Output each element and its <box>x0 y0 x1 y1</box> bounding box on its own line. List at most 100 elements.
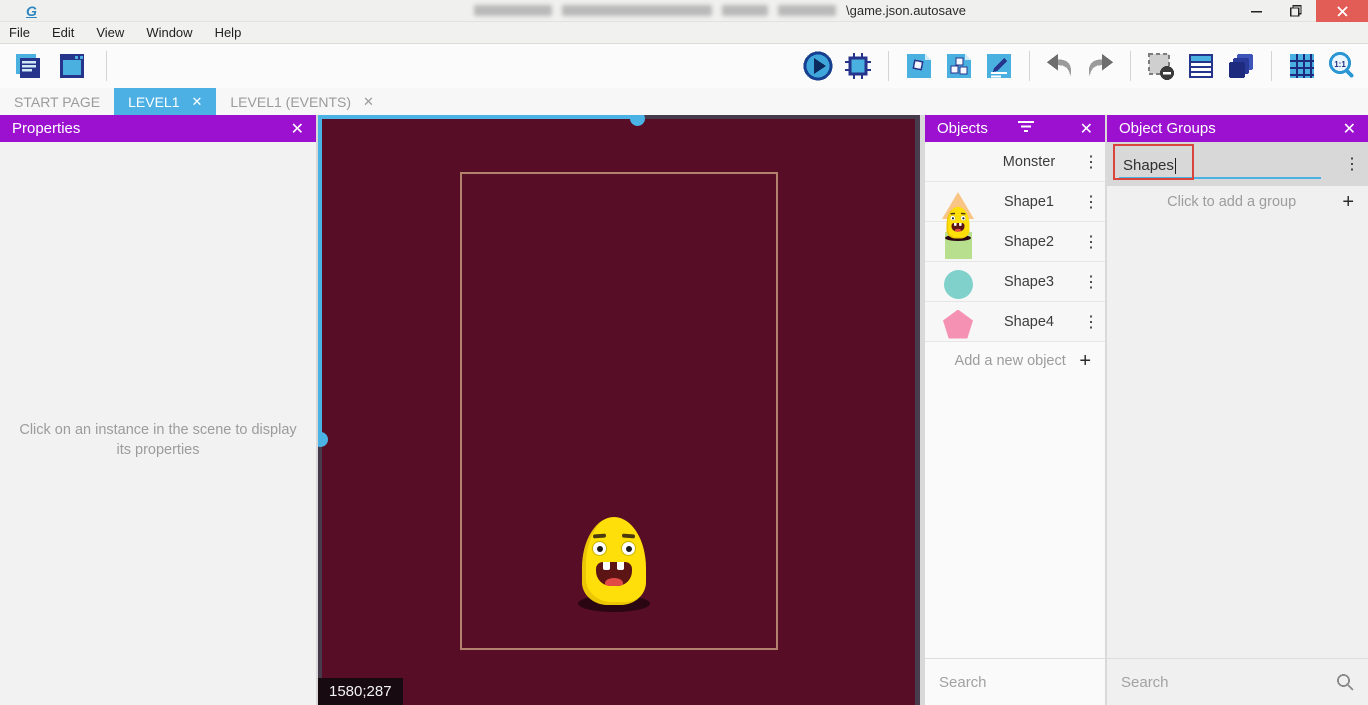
object-menu-icon[interactable]: ⋮ <box>1083 312 1095 332</box>
object-groups-panel: Object Groups ✕ Shapes ⋮ Click to add a … <box>1107 115 1368 705</box>
object-menu-icon[interactable]: ⋮ <box>1083 232 1095 252</box>
group-edit-row: Shapes ⋮ <box>1107 142 1368 186</box>
title-bar: G \game.json.autosave <box>0 0 1368 22</box>
add-object-button[interactable]: Add a new object + <box>925 342 1105 380</box>
cursor-coordinates: 1580;287 <box>318 678 403 705</box>
object-name: Shape1 <box>975 194 1083 210</box>
properties-panel: Properties ✕ Click on an instance in the… <box>0 115 316 705</box>
monster-thumbnail-icon <box>941 145 975 179</box>
object-menu-icon[interactable]: ⋮ <box>1083 192 1095 212</box>
tab-close-icon[interactable]: ✕ <box>191 94 202 110</box>
close-panel-icon[interactable]: ✕ <box>1080 119 1093 139</box>
object-groups-editor-icon[interactable] <box>943 50 975 82</box>
objects-search-bar <box>925 658 1105 705</box>
scene-horizontal-scroll-handle[interactable] <box>630 115 645 126</box>
zoom-actual-size-icon[interactable]: 1:1 <box>1326 50 1358 82</box>
groups-search-bar <box>1107 658 1368 705</box>
tab-start-page[interactable]: START PAGE <box>0 88 114 115</box>
close-panel-icon[interactable]: ✕ <box>1343 119 1356 139</box>
objects-panel-header: Objects ✕ <box>925 115 1105 142</box>
start-page-icon[interactable] <box>56 50 88 82</box>
object-groups-panel-header: Object Groups ✕ <box>1107 115 1368 142</box>
properties-editor-icon[interactable] <box>983 50 1015 82</box>
tab-label: LEVEL1 (EVENTS) <box>230 94 351 110</box>
properties-panel-header: Properties ✕ <box>0 115 316 142</box>
object-row-monster[interactable]: Monster ⋮ <box>925 142 1105 182</box>
minimize-button[interactable] <box>1236 0 1276 22</box>
tab-label: LEVEL1 <box>128 94 179 110</box>
object-name: Shape3 <box>975 274 1083 290</box>
restore-button[interactable] <box>1276 0 1316 22</box>
filter-icon[interactable] <box>1018 120 1034 137</box>
object-menu-icon[interactable]: ⋮ <box>1083 152 1095 172</box>
toolbar: 1:1 <box>0 44 1368 88</box>
scene-horizontal-scrollbar[interactable] <box>318 115 636 119</box>
object-groups-panel-title: Object Groups <box>1119 120 1216 137</box>
tab-close-icon[interactable]: ✕ <box>363 94 374 110</box>
gdevelop-logo-icon: G <box>26 3 44 19</box>
object-row-shape4[interactable]: Shape4 ⋮ <box>925 302 1105 342</box>
redacted-title-segment <box>778 5 836 16</box>
properties-panel-title: Properties <box>12 120 80 137</box>
svg-text:1:1: 1:1 <box>1334 60 1346 69</box>
object-row-shape3[interactable]: Shape3 ⋮ <box>925 262 1105 302</box>
object-name: Monster <box>975 154 1083 170</box>
groups-search-input[interactable] <box>1121 674 1336 691</box>
window-controls <box>1236 0 1368 22</box>
close-panel-icon[interactable]: ✕ <box>291 119 304 139</box>
debug-icon[interactable] <box>842 50 874 82</box>
close-button[interactable] <box>1316 0 1368 22</box>
objects-panel-title: Objects <box>937 120 988 137</box>
toolbar-divider <box>1130 51 1131 81</box>
play-icon[interactable] <box>802 50 834 82</box>
toolbar-divider <box>888 51 889 81</box>
text-cursor <box>1175 158 1176 174</box>
properties-empty-message: Click on an instance in the scene to dis… <box>0 420 316 460</box>
object-name: Shape4 <box>975 314 1083 330</box>
search-icon <box>1336 673 1354 691</box>
redacted-title-segment <box>562 5 712 16</box>
scene-right-scroll-track <box>915 115 920 705</box>
toolbar-divider <box>1029 51 1030 81</box>
scene-vertical-scroll-handle[interactable] <box>318 432 328 447</box>
group-name-value: Shapes <box>1123 157 1174 174</box>
project-manager-icon[interactable] <box>12 50 44 82</box>
redo-icon[interactable] <box>1084 50 1116 82</box>
monster-body <box>582 517 646 605</box>
monster-instance[interactable] <box>581 516 647 612</box>
objects-panel: Objects ✕ <box>925 115 1105 705</box>
main-area: Properties ✕ Click on an instance in the… <box>0 115 1368 705</box>
scene-vertical-scrollbar[interactable] <box>318 115 322 437</box>
add-object-label: Add a new object <box>941 353 1079 369</box>
editor-tabs: START PAGE LEVEL1 ✕ LEVEL1 (EVENTS) ✕ <box>0 88 1368 115</box>
menu-help[interactable]: Help <box>215 25 242 40</box>
toolbar-divider <box>1271 51 1272 81</box>
window-title: \game.json.autosave <box>474 3 966 18</box>
menu-edit[interactable]: Edit <box>52 25 74 40</box>
menu-view[interactable]: View <box>96 25 124 40</box>
window-title-text: \game.json.autosave <box>846 3 966 18</box>
menu-file[interactable]: File <box>9 25 30 40</box>
layers-icon[interactable] <box>1225 50 1257 82</box>
scene-canvas[interactable]: 1580;287 <box>318 115 920 705</box>
objects-editor-icon[interactable] <box>903 50 935 82</box>
plus-icon: + <box>1079 350 1091 373</box>
toolbar-divider <box>106 51 107 81</box>
menu-bar: File Edit View Window Help <box>0 22 1368 44</box>
group-name-input[interactable]: Shapes <box>1119 149 1321 179</box>
menu-window[interactable]: Window <box>146 25 192 40</box>
pentagon-thumbnail-icon <box>941 305 975 339</box>
grid-icon[interactable] <box>1286 50 1318 82</box>
deselect-instances-icon[interactable] <box>1145 50 1177 82</box>
redacted-title-segment <box>722 5 768 16</box>
add-group-button[interactable]: Click to add a group + <box>1107 186 1368 218</box>
object-name: Shape2 <box>975 234 1083 250</box>
tab-label: START PAGE <box>14 94 100 110</box>
add-group-label: Click to add a group <box>1121 194 1342 210</box>
object-menu-icon[interactable]: ⋮ <box>1083 272 1095 292</box>
group-menu-icon[interactable]: ⋮ <box>1344 154 1356 174</box>
instances-list-icon[interactable] <box>1185 50 1217 82</box>
tab-level1[interactable]: LEVEL1 ✕ <box>114 88 216 115</box>
undo-icon[interactable] <box>1044 50 1076 82</box>
tab-level1-events[interactable]: LEVEL1 (EVENTS) ✕ <box>216 88 388 115</box>
